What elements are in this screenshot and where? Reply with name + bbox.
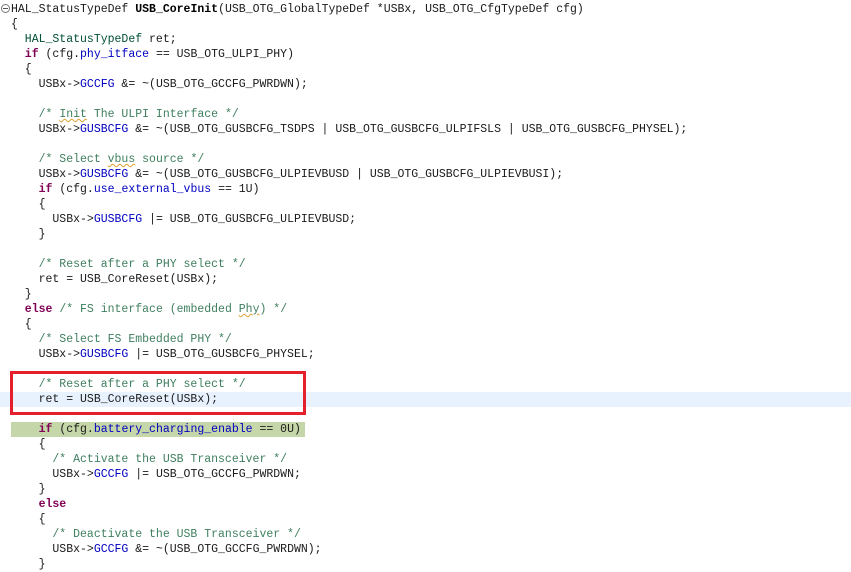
code-comment: /* xyxy=(11,108,60,121)
code-comment: source */ xyxy=(135,153,205,166)
code-token: USBx-> xyxy=(11,78,81,91)
code-field: GCCFG xyxy=(80,78,115,91)
code-line[interactable]: /* Select FS Embedded PHY */ xyxy=(11,332,232,347)
code-line[interactable]: HAL_StatusTypeDef ret; xyxy=(11,32,177,47)
code-line[interactable]: /* Deactivate the USB Transceiver */ xyxy=(11,527,301,542)
code-line[interactable]: if (cfg.use_external_vbus == 1U) xyxy=(11,182,260,197)
code-token: (cfg. xyxy=(52,423,94,436)
code-token: USBx-> xyxy=(11,348,81,361)
code-token: } xyxy=(11,288,32,301)
code-field: GUSBCFG xyxy=(80,123,129,136)
code-keyword: if xyxy=(11,423,53,436)
code-line[interactable]: USBx->GUSBCFG |= USB_OTG_GUSBCFG_ULPIEVB… xyxy=(11,212,356,227)
code-line[interactable]: USBx->GCCFG &= ~(USB_OTG_GCCFG_PWRDWN); xyxy=(11,542,322,557)
code-token: USBx-> xyxy=(11,468,94,481)
code-comment: Init xyxy=(59,108,87,121)
code-token: (cfg. xyxy=(38,48,81,61)
code-token: USB_CoreInit xyxy=(135,3,219,16)
code-line[interactable]: } xyxy=(11,287,32,302)
code-line[interactable]: /* Activate the USB Transceiver */ xyxy=(11,452,287,467)
code-token: &= ~(USB_OTG_GUSBCFG_ULPIEVBUSD | USB_OT… xyxy=(128,168,564,181)
code-field: GUSBCFG xyxy=(80,168,129,181)
code-line[interactable]: } xyxy=(11,482,46,497)
code-keyword: if xyxy=(11,48,39,61)
code-comment: /* Select FS Embedded PHY */ xyxy=(11,333,232,346)
code-token: == USB_OTG_ULPI_PHY) xyxy=(149,48,294,61)
fold-collapse-icon[interactable] xyxy=(1,4,10,13)
code-token: USBx-> xyxy=(11,213,94,226)
code-token: { xyxy=(11,63,32,76)
code-token: { xyxy=(11,513,46,526)
code-field: GUSBCFG xyxy=(93,213,143,226)
code-line[interactable]: { xyxy=(11,197,46,212)
code-line[interactable]: USBx->GCCFG |= USB_OTG_GCCFG_PWRDWN; xyxy=(11,467,301,482)
code-line[interactable]: USBx->GCCFG &= ~(USB_OTG_GCCFG_PWRDWN); xyxy=(11,77,308,92)
code-comment: vbus xyxy=(107,153,136,166)
code-token: &= ~(USB_OTG_GCCFG_PWRDWN); xyxy=(114,78,308,91)
code-token: { xyxy=(11,438,46,451)
code-comment: ) */ xyxy=(259,303,288,316)
code-token: (cfg. xyxy=(52,183,94,196)
code-line[interactable]: { xyxy=(11,317,32,332)
code-keyword: else xyxy=(11,303,53,316)
code-comment: /* Activate the USB Transceiver */ xyxy=(11,453,288,466)
annotation-highlight-box xyxy=(10,371,306,415)
code-token: &= ~(USB_OTG_GUSBCFG_TSDPS | USB_OTG_GUS… xyxy=(128,123,688,136)
code-line[interactable]: USBx->GUSBCFG &= ~(USB_OTG_GUSBCFG_ULPIE… xyxy=(11,167,564,182)
code-comment: Phy xyxy=(238,303,260,316)
code-line[interactable]: if (cfg.battery_charging_enable == 0U) xyxy=(11,422,301,437)
code-line[interactable]: /* Reset after a PHY select */ xyxy=(11,257,246,272)
code-comment: /* Reset after a PHY select */ xyxy=(11,258,246,271)
code-comment: /* Select xyxy=(11,153,108,166)
code-field: phy_itface xyxy=(80,48,150,61)
code-line[interactable]: USBx->GUSBCFG &= ~(USB_OTG_GUSBCFG_TSDPS… xyxy=(11,122,688,137)
code-token: } xyxy=(11,483,46,496)
code-token: USBx-> xyxy=(11,123,81,136)
code-token: == 0U) xyxy=(252,423,301,436)
code-line[interactable]: { xyxy=(11,437,46,452)
code-line[interactable]: { xyxy=(11,62,32,77)
code-comment: /* Deactivate the USB Transceiver */ xyxy=(11,528,301,541)
code-token: |= USB_OTG_GUSBCFG_PHYSEL; xyxy=(128,348,315,361)
code-token: |= USB_OTG_GUSBCFG_ULPIEVBUSD; xyxy=(142,213,357,226)
code-token: { xyxy=(11,198,46,211)
code-keyword: else xyxy=(11,498,67,511)
code-token: HAL_StatusTypeDef xyxy=(11,33,143,46)
code-token: USBx-> xyxy=(11,168,81,181)
code-token: { xyxy=(11,18,18,31)
code-token: &= ~(USB_OTG_GCCFG_PWRDWN); xyxy=(128,543,322,556)
code-comment: /* FS interface (embedded xyxy=(52,303,239,316)
code-line[interactable]: HAL_StatusTypeDef USB_CoreInit(USB_OTG_G… xyxy=(11,2,584,17)
code-token: } xyxy=(11,228,46,241)
code-token: |= USB_OTG_GCCFG_PWRDWN; xyxy=(128,468,301,481)
code-field: battery_charging_enable xyxy=(93,423,253,436)
code-field: GUSBCFG xyxy=(80,348,129,361)
code-line[interactable]: { xyxy=(11,17,18,32)
code-line[interactable]: else /* FS interface (embedded Phy) */ xyxy=(11,302,287,317)
code-token: == 1U) xyxy=(211,183,260,196)
code-line[interactable]: if (cfg.phy_itface == USB_OTG_ULPI_PHY) xyxy=(11,47,294,62)
code-line[interactable]: else xyxy=(11,497,67,512)
code-line[interactable]: /* Init The ULPI Interface */ xyxy=(11,107,239,122)
code-token: HAL_StatusTypeDef xyxy=(11,3,136,16)
code-line[interactable]: ret = USB_CoreReset(USBx); xyxy=(11,272,218,287)
code-line[interactable]: { xyxy=(11,512,46,527)
code-token: ret; xyxy=(142,33,177,46)
code-token: USBx-> xyxy=(11,543,94,556)
code-line[interactable]: /* Select vbus source */ xyxy=(11,152,205,167)
code-token: (USB_OTG_GlobalTypeDef *USBx, USB_OTG_Cf… xyxy=(218,3,584,16)
code-field: use_external_vbus xyxy=(93,183,212,196)
code-line[interactable]: USBx->GUSBCFG |= USB_OTG_GUSBCFG_PHYSEL; xyxy=(11,347,315,362)
code-comment: The ULPI Interface */ xyxy=(86,108,239,121)
code-field: GCCFG xyxy=(93,468,129,481)
code-token: { xyxy=(11,318,32,331)
code-line[interactable]: } xyxy=(11,227,46,242)
code-field: GCCFG xyxy=(93,543,129,556)
code-keyword: if xyxy=(11,183,53,196)
code-token: ret = USB_CoreReset(USBx); xyxy=(11,273,219,286)
